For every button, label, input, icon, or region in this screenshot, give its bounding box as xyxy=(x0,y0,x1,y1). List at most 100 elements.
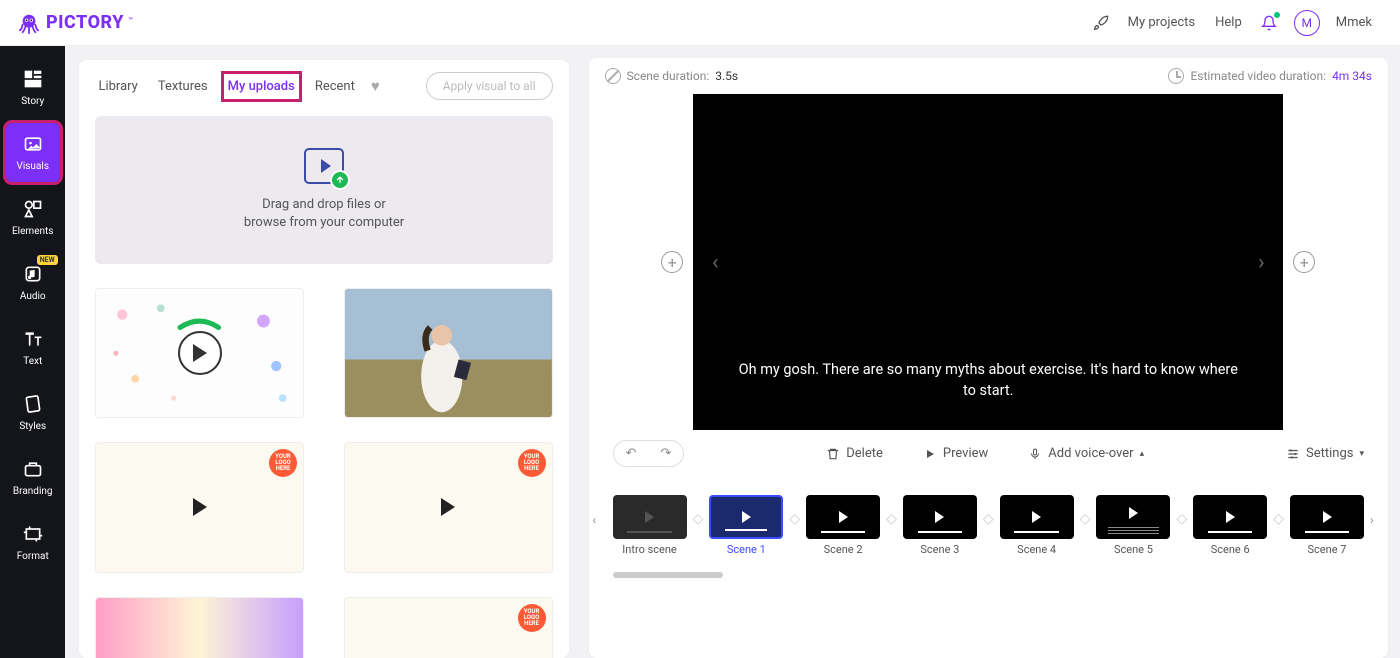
sidebar-item-elements[interactable]: Elements xyxy=(6,188,60,247)
tab-recent[interactable]: Recent xyxy=(312,75,358,98)
styles-card-icon xyxy=(22,393,44,415)
logo-badge: YOUR LOGO HERE xyxy=(518,604,546,632)
estimated-duration-label: Estimated video duration: xyxy=(1190,69,1326,83)
apply-visual-to-all-button[interactable]: Apply visual to all xyxy=(426,72,553,100)
video-preview-frame[interactable]: ‹ › Oh my gosh. There are so many myths … xyxy=(693,94,1283,430)
scene-separator-icon[interactable]: ◇ xyxy=(1176,495,1187,527)
preview-button[interactable]: Preview xyxy=(923,446,988,461)
upload-thumb-5[interactable] xyxy=(95,597,304,658)
rocket-icon[interactable] xyxy=(1092,14,1110,32)
redo-button[interactable]: ↷ xyxy=(648,441,683,466)
story-grid-icon xyxy=(22,68,44,90)
sidebar-label-visuals: Visuals xyxy=(16,161,49,172)
dropzone-text: Drag and drop files or browse from your … xyxy=(244,196,404,232)
uploads-scroll-area[interactable]: Drag and drop files or browse from your … xyxy=(79,112,568,658)
help-link[interactable]: Help xyxy=(1215,15,1242,30)
player-toolbar: ↶ ↷ Delete Preview Add voice-over ▴ xyxy=(589,430,1388,477)
scene-7[interactable]: Scene 7 xyxy=(1290,495,1364,556)
scene-timeline: ‹ Intro scene ◇ Scene 1 ◇ Sc xyxy=(589,477,1388,568)
visuals-panel: Library Textures My uploads Recent ♥ App… xyxy=(65,46,580,658)
sidebar-label-audio: Audio xyxy=(20,291,46,302)
notifications-bell-icon[interactable] xyxy=(1260,14,1278,32)
disable-icon xyxy=(605,68,621,84)
new-badge: NEW xyxy=(37,255,58,265)
scene-separator-icon[interactable]: ◇ xyxy=(886,495,897,527)
format-crop-icon xyxy=(22,523,44,545)
upload-thumb-1[interactable] xyxy=(95,288,304,418)
next-scene-arrow[interactable]: › xyxy=(1249,250,1273,275)
my-projects-link[interactable]: My projects xyxy=(1128,15,1196,30)
branding-briefcase-icon xyxy=(22,458,44,480)
chevron-down-icon: ▾ xyxy=(1359,449,1364,459)
scene-label-2: Scene 2 xyxy=(824,543,863,556)
upload-thumb-6[interactable]: YOUR LOGO HERE xyxy=(344,597,553,658)
upload-thumb-2[interactable] xyxy=(344,288,553,418)
upload-thumb-3[interactable]: YOUR LOGO HERE xyxy=(95,442,304,572)
tab-favorites-heart-icon[interactable]: ♥ xyxy=(368,73,383,99)
scene-duration-value: 3.5s xyxy=(715,69,738,83)
elements-shapes-icon xyxy=(22,198,44,220)
upload-thumb-4[interactable]: YOUR LOGO HERE xyxy=(344,442,553,572)
chevron-up-icon: ▴ xyxy=(1140,449,1145,459)
timeline-scrollbar[interactable] xyxy=(613,572,723,578)
preview-area: + ‹ › Oh my gosh. There are so many myth… xyxy=(589,94,1388,430)
scene-label-1: Scene 1 xyxy=(727,543,766,556)
previous-scene-arrow[interactable]: ‹ xyxy=(703,250,727,275)
sidebar-item-branding[interactable]: Branding xyxy=(6,448,60,507)
text-tt-icon xyxy=(22,328,44,350)
estimated-duration-value: 4m 34s xyxy=(1332,69,1372,83)
timeline-next-button[interactable]: › xyxy=(1370,495,1384,527)
play-icon xyxy=(923,447,937,461)
scene-separator-icon[interactable]: ◇ xyxy=(1273,495,1284,527)
tab-library[interactable]: Library xyxy=(95,75,140,98)
scene-label-3: Scene 3 xyxy=(920,543,959,556)
timeline-prev-button[interactable]: ‹ xyxy=(593,495,607,527)
scene-label-7: Scene 7 xyxy=(1308,543,1347,556)
user-avatar[interactable]: M xyxy=(1294,10,1320,36)
scene-5[interactable]: Scene 5 xyxy=(1096,495,1170,556)
undo-redo-group: ↶ ↷ xyxy=(613,440,685,467)
sidebar-item-story[interactable]: Story xyxy=(6,58,60,117)
uploads-grid: YOUR LOGO HERE YOUR LOGO HERE YOUR LOGO … xyxy=(95,288,552,658)
scene-label-5: Scene 5 xyxy=(1114,543,1153,556)
sidebar-item-text[interactable]: Text xyxy=(6,318,60,377)
upload-dropzone[interactable]: Drag and drop files or browse from your … xyxy=(95,116,552,264)
logo-badge: YOUR LOGO HERE xyxy=(269,449,297,477)
mic-icon xyxy=(1028,447,1042,461)
scene-separator-icon[interactable]: ◇ xyxy=(693,495,704,527)
add-voiceover-button[interactable]: Add voice-over ▴ xyxy=(1028,446,1144,461)
scene-3[interactable]: Scene 3 xyxy=(903,495,977,556)
username-label[interactable]: Mmek xyxy=(1336,15,1372,30)
scene-2[interactable]: Scene 2 xyxy=(806,495,880,556)
visuals-image-icon xyxy=(22,133,44,155)
add-scene-before-button[interactable]: + xyxy=(661,251,683,273)
sidebar-item-visuals[interactable]: Visuals xyxy=(6,123,60,182)
scene-separator-icon[interactable]: ◇ xyxy=(1080,495,1091,527)
trademark-symbol: ™ xyxy=(128,16,133,25)
sidebar-item-format[interactable]: Format xyxy=(6,513,60,572)
undo-button[interactable]: ↶ xyxy=(614,441,649,466)
sidebar-label-format: Format xyxy=(17,551,49,562)
tab-my-uploads[interactable]: My uploads xyxy=(225,75,298,98)
sidebar-label-branding: Branding xyxy=(13,486,53,497)
upload-video-icon xyxy=(304,148,344,184)
sidebar-label-text: Text xyxy=(23,356,42,367)
sidebar-label-story: Story xyxy=(21,96,44,107)
scene-label-6: Scene 6 xyxy=(1211,543,1250,556)
settings-button[interactable]: Settings ▾ xyxy=(1286,446,1364,461)
delete-button[interactable]: Delete xyxy=(826,446,883,461)
scene-4[interactable]: Scene 4 xyxy=(1000,495,1074,556)
sidebar-item-audio[interactable]: NEW Audio xyxy=(6,253,60,312)
sidebar-item-styles[interactable]: Styles xyxy=(6,383,60,442)
scene-6[interactable]: Scene 6 xyxy=(1193,495,1267,556)
logo-octopus-icon xyxy=(18,12,40,34)
tab-textures[interactable]: Textures xyxy=(155,75,211,98)
brand-logo[interactable]: PICTORY ™ xyxy=(18,12,133,34)
scene-1[interactable]: Scene 1 xyxy=(709,495,783,556)
scene-separator-icon[interactable]: ◇ xyxy=(789,495,800,527)
sliders-icon xyxy=(1286,447,1300,461)
scene-intro[interactable]: Intro scene xyxy=(613,495,687,556)
scene-separator-icon[interactable]: ◇ xyxy=(983,495,994,527)
preview-panel: Scene duration: 3.5s Estimated video dur… xyxy=(581,46,1400,658)
add-scene-after-button[interactable]: + xyxy=(1293,251,1315,273)
